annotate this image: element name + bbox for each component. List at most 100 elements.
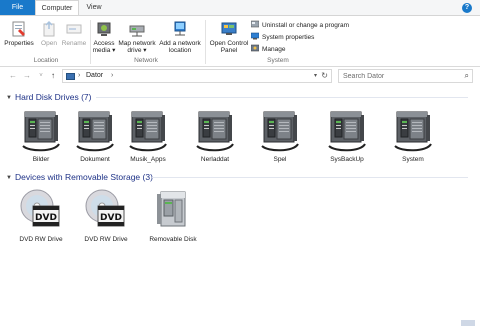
open-label: Open bbox=[41, 40, 57, 47]
open-control-panel-button[interactable]: Open Control Panel bbox=[208, 20, 250, 54]
open-button[interactable]: Open bbox=[37, 20, 61, 47]
tab-file[interactable]: File bbox=[0, 0, 35, 15]
address-dropdown-icon[interactable]: ▾ bbox=[314, 70, 317, 82]
system-properties-button[interactable]: System properties bbox=[250, 32, 315, 41]
location-group-label: Location bbox=[33, 57, 59, 64]
rename-label: Rename bbox=[61, 40, 87, 47]
ribbon: Properties Open Rename Location Access m… bbox=[0, 15, 480, 67]
ribbon-separator bbox=[90, 20, 91, 64]
hard-disk-icon bbox=[22, 111, 60, 152]
drive-item[interactable]: Removable Disk bbox=[146, 186, 200, 243]
drive-item[interactable]: SysBackUp bbox=[320, 106, 374, 163]
breadcrumb-chevron-icon[interactable]: › bbox=[78, 70, 80, 82]
group-divider bbox=[96, 97, 468, 98]
manage-icon bbox=[250, 44, 260, 52]
drive-item[interactable]: Spel bbox=[253, 106, 307, 163]
search-icon[interactable]: ⌕ bbox=[465, 71, 469, 81]
navigation-bar: ← → ˅ ↑ › Dator › ▾ ↻ ⌕ bbox=[0, 68, 480, 84]
open-icon bbox=[40, 20, 58, 38]
svg-text:DVD: DVD bbox=[35, 213, 57, 223]
group-header-removable[interactable]: ▼ Devices with Removable Storage (3) bbox=[6, 172, 153, 182]
drive-item[interactable]: DVD DVD RW Drive bbox=[79, 186, 133, 243]
drive-label: Nerladdat bbox=[200, 156, 230, 163]
add-network-location-button[interactable]: Add a network location bbox=[157, 20, 203, 54]
access-media-label-2: media ▾ bbox=[92, 47, 116, 54]
collapse-chevron-icon[interactable]: ▼ bbox=[6, 175, 12, 181]
drive-item[interactable]: Dokument bbox=[68, 106, 122, 163]
hard-disk-icon bbox=[328, 111, 366, 152]
system-properties-label: System properties bbox=[262, 34, 315, 41]
uninstall-program-button[interactable]: Uninstall or change a program bbox=[250, 20, 350, 29]
drive-item[interactable]: Nerladdat bbox=[188, 106, 242, 163]
address-bar[interactable]: › Dator › ▾ ↻ bbox=[62, 69, 332, 83]
drive-label: DVD RW Drive bbox=[19, 236, 63, 243]
recent-locations-button[interactable]: ˅ bbox=[36, 70, 46, 82]
system-group-label: System bbox=[267, 57, 289, 64]
computer-icon bbox=[66, 73, 75, 80]
dvd-icon: DVD bbox=[85, 189, 125, 227]
drive-label: Dokument bbox=[80, 156, 110, 163]
open-control-panel-label-2: Panel bbox=[220, 47, 238, 54]
dvd-icon: DVD bbox=[20, 189, 60, 227]
manage-label: Manage bbox=[262, 46, 286, 53]
forward-button[interactable]: → bbox=[22, 70, 32, 82]
uninstall-icon bbox=[250, 20, 260, 28]
drive-label: Musik_Apps bbox=[130, 156, 166, 163]
group-divider bbox=[152, 177, 468, 178]
rename-icon bbox=[65, 20, 83, 38]
file-list: ▼ Hard Disk Drives (7) Bilder Dokument Musi… bbox=[0, 86, 480, 328]
up-button[interactable]: ↑ bbox=[48, 70, 58, 82]
group-title-removable: Devices with Removable Storage (3) bbox=[14, 172, 153, 182]
drive-label: Bilder bbox=[32, 156, 50, 163]
refresh-icon[interactable]: ↻ bbox=[321, 70, 328, 82]
add-network-location-icon bbox=[171, 20, 189, 38]
properties-label: Properties bbox=[4, 40, 34, 47]
search-input[interactable] bbox=[339, 70, 457, 82]
tab-computer[interactable]: Computer bbox=[35, 0, 79, 16]
map-network-drive-button[interactable]: Map network drive ▾ bbox=[117, 20, 157, 54]
drive-label: Spel bbox=[273, 156, 287, 163]
breadcrumb-chevron-icon[interactable]: › bbox=[111, 70, 113, 82]
map-network-drive-label-2: drive ▾ bbox=[127, 47, 147, 54]
hard-disk-icon bbox=[196, 111, 234, 152]
open-control-panel-label-1: Open Control bbox=[209, 40, 249, 47]
map-network-drive-label-1: Map network bbox=[118, 40, 156, 47]
properties-icon bbox=[10, 20, 28, 38]
ribbon-separator bbox=[205, 20, 206, 64]
search-box[interactable]: ⌕ bbox=[338, 69, 473, 83]
system-properties-icon bbox=[250, 32, 260, 40]
properties-button[interactable]: Properties bbox=[4, 20, 34, 47]
back-button[interactable]: ← bbox=[8, 70, 18, 82]
access-media-button[interactable]: Access media ▾ bbox=[92, 20, 116, 54]
hard-disk-icon bbox=[394, 111, 432, 152]
breadcrumb-dator[interactable]: Dator bbox=[86, 70, 103, 82]
network-group-label: Network bbox=[134, 57, 158, 64]
drive-item[interactable]: DVD DVD RW Drive bbox=[14, 186, 68, 243]
collapse-chevron-icon[interactable]: ▼ bbox=[6, 95, 12, 101]
drive-item[interactable]: System bbox=[386, 106, 440, 163]
drive-label: DVD RW Drive bbox=[84, 236, 128, 243]
drive-label: SysBackUp bbox=[330, 156, 364, 163]
removable-disk-icon bbox=[157, 191, 186, 227]
access-media-label-1: Access bbox=[93, 40, 115, 47]
help-icon[interactable]: ? bbox=[462, 3, 472, 13]
rename-button[interactable]: Rename bbox=[60, 20, 88, 47]
add-network-location-label-2: location bbox=[168, 47, 192, 54]
drive-label: Removable Disk bbox=[149, 236, 197, 243]
tab-view[interactable]: View bbox=[79, 0, 109, 15]
group-header-hard-disks[interactable]: ▼ Hard Disk Drives (7) bbox=[6, 92, 91, 102]
ribbon-tab-strip: File Computer View ? bbox=[0, 0, 480, 16]
map-network-drive-icon bbox=[128, 20, 146, 38]
resize-grip[interactable] bbox=[461, 320, 475, 326]
access-media-icon bbox=[95, 20, 113, 38]
control-panel-icon bbox=[220, 20, 238, 38]
uninstall-label: Uninstall or change a program bbox=[262, 22, 350, 29]
vertical-scrollbar[interactable] bbox=[473, 86, 480, 328]
hard-disk-icon bbox=[261, 111, 299, 152]
hard-disk-icon bbox=[129, 111, 167, 152]
svg-text:DVD: DVD bbox=[100, 213, 122, 223]
group-title-hard-disks: Hard Disk Drives (7) bbox=[14, 92, 92, 102]
manage-button[interactable]: Manage bbox=[250, 44, 286, 53]
drive-item[interactable]: Musik_Apps bbox=[121, 106, 175, 163]
drive-item[interactable]: Bilder bbox=[14, 106, 68, 163]
